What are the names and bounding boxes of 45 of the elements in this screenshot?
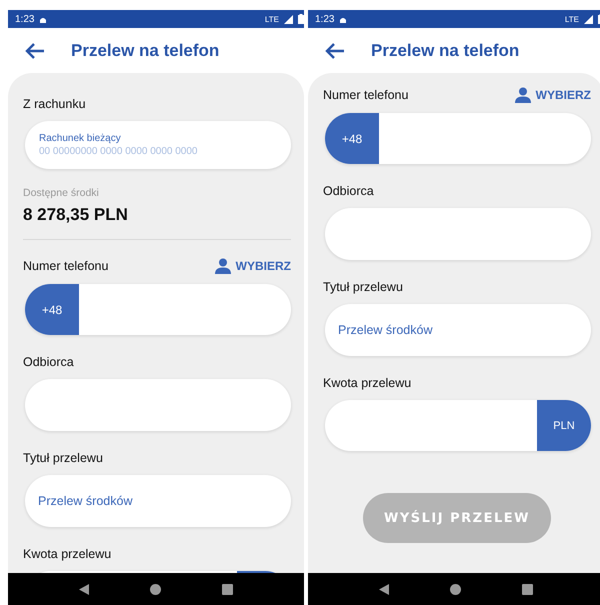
balance-amount: 8 278,35 PLN [23, 205, 129, 225]
network-label: LTE [564, 14, 579, 24]
input-field[interactable]: Przelew środków [325, 304, 591, 356]
field-label: Tytuł przelewu [323, 280, 404, 294]
home-icon[interactable] [450, 584, 461, 594]
screen-title: Przelew na telefon [71, 40, 220, 60]
recents-icon[interactable] [222, 584, 234, 594]
phone-input-field[interactable]: +48 [25, 284, 291, 335]
choose-contact-button[interactable]: WYBIERZ [514, 87, 591, 103]
back-icon[interactable] [378, 584, 389, 594]
balance-label: Dostępne środki [23, 187, 100, 199]
status-time: 1:23 [15, 14, 34, 24]
back-icon[interactable] [78, 584, 89, 594]
field-label: Numer telefonu [323, 88, 408, 102]
status-time: 1:23 [315, 14, 334, 24]
country-code: +48 [325, 113, 379, 164]
phone-input-field[interactable]: +48 [325, 113, 591, 164]
notification-icon [39, 16, 48, 22]
network-label: LTE [264, 14, 279, 24]
home-icon[interactable] [150, 584, 161, 594]
back-arrow-icon[interactable] [325, 42, 345, 58]
field-label: Odbiorca [323, 184, 375, 198]
field-label: Z rachunku [23, 97, 87, 111]
account-selector[interactable]: Rachunek bieżący 00 00000000 0000 0000 0000 0000 [25, 121, 291, 169]
notification-icon [339, 16, 348, 22]
battery-icon [298, 14, 304, 24]
input-field[interactable] [325, 208, 591, 260]
signal-icon [284, 14, 293, 24]
recents-icon[interactable] [522, 584, 534, 594]
input-field[interactable]: Przelew środków [25, 475, 291, 527]
country-code: +48 [25, 284, 79, 335]
field-label: Tytuł przelewu [23, 451, 104, 465]
input-field[interactable] [25, 379, 291, 431]
field-label: Kwota przelewu [23, 547, 112, 561]
amount-input-field[interactable]: PLN [325, 400, 591, 451]
screen-title: Przelew na telefon [371, 40, 520, 60]
field-label: Numer telefonu [23, 259, 108, 273]
person-icon [514, 87, 531, 103]
choose-contact-button[interactable]: WYBIERZ [214, 258, 291, 274]
person-icon [214, 258, 231, 274]
signal-icon [584, 14, 593, 24]
field-label: Kwota przelewu [323, 376, 412, 390]
currency-label: PLN [537, 400, 591, 451]
back-arrow-icon[interactable] [25, 42, 45, 58]
field-label: Odbiorca [23, 355, 75, 369]
